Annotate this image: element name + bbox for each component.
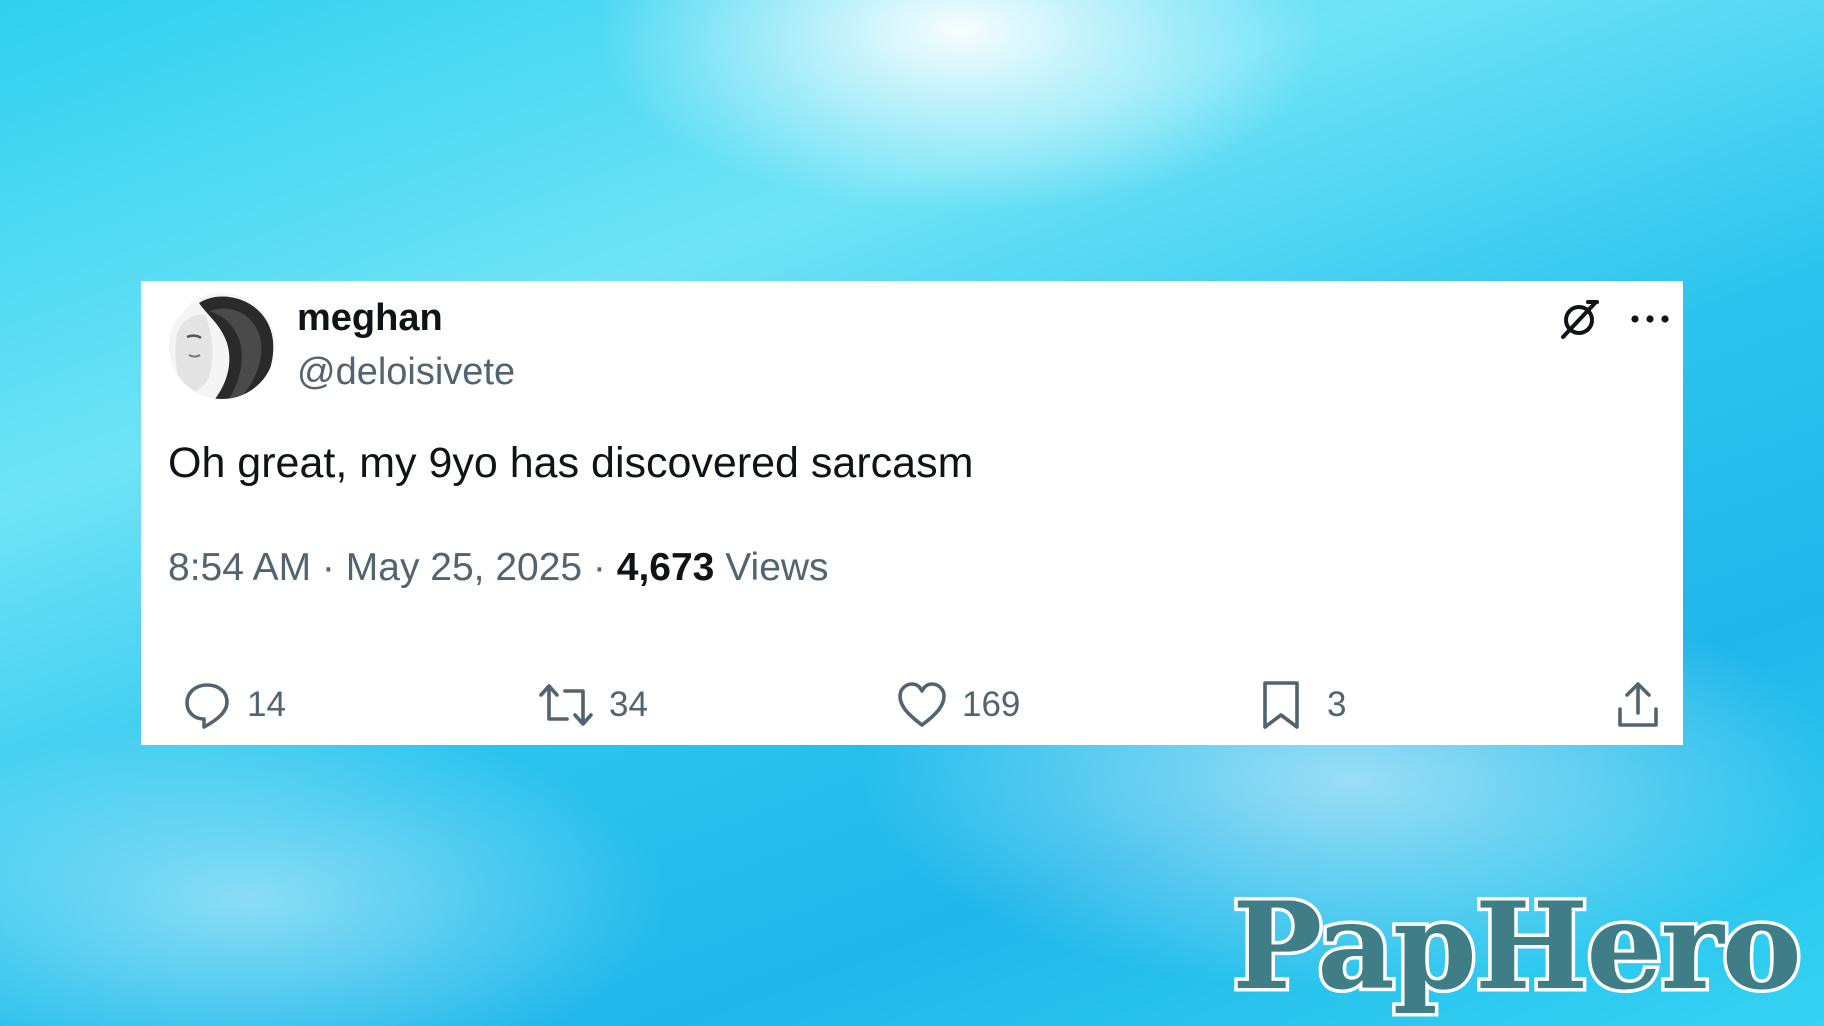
avatar-photo <box>169 293 275 399</box>
repost-icon <box>539 684 593 726</box>
tweet-text: Oh great, my 9yo has discovered sarcasm <box>168 439 974 487</box>
reply-button[interactable]: 14 <box>181 679 286 731</box>
like-count: 169 <box>962 685 1021 724</box>
avatar[interactable] <box>169 293 275 399</box>
heart-icon <box>898 682 946 727</box>
reply-icon <box>185 683 229 729</box>
share-icon <box>1618 682 1658 727</box>
meta-separator: · <box>311 546 346 589</box>
like-button[interactable]: 169 <box>896 679 1020 731</box>
grok-icon[interactable] <box>1558 297 1602 341</box>
bookmark-icon <box>1263 681 1299 729</box>
reply-count: 14 <box>247 685 286 724</box>
views-label: Views <box>725 546 829 589</box>
meta-separator: · <box>582 546 617 589</box>
author-name[interactable]: meghan <box>297 297 443 340</box>
tweet-time[interactable]: 8:54 AM <box>168 546 311 589</box>
repost-count: 34 <box>609 685 648 724</box>
bookmark-button[interactable]: 3 <box>1255 679 1346 731</box>
tweet-date[interactable]: May 25, 2025 <box>346 546 582 589</box>
repost-button[interactable]: 34 <box>537 679 648 731</box>
tweet-card: meghan @deloisivete Oh great, my 9yo has… <box>141 281 1683 745</box>
svg-text:PapHero: PapHero <box>1232 876 1800 1017</box>
share-button[interactable] <box>1612 679 1664 731</box>
views-count: 4,673 <box>616 546 715 589</box>
paphero-watermark-logo: PapHero <box>1229 873 1806 1021</box>
tweet-meta: 8:54 AM · May 25, 2025 · 4,673 Views <box>168 546 829 590</box>
bookmark-count: 3 <box>1327 685 1347 724</box>
more-options-icon[interactable] <box>1629 305 1673 333</box>
author-handle[interactable]: @deloisivete <box>297 351 515 394</box>
